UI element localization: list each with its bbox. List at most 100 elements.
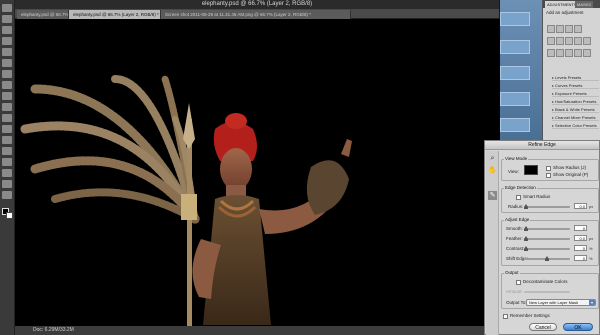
shift-edge-value[interactable]: 0 — [574, 255, 587, 261]
blur-tool-icon[interactable] — [2, 136, 12, 144]
threshold-icon[interactable] — [565, 49, 573, 57]
adjust-edge-group: Adjust Edge Smooth: 0 Feather: 0.0 px Co… — [501, 217, 599, 266]
amount-slider — [524, 291, 570, 293]
ok-button[interactable]: OK — [563, 323, 593, 331]
contrast-unit: % — [589, 246, 593, 251]
quick-selection-tool-icon[interactable] — [2, 37, 12, 45]
adjustments-panel: ADJUSTMENTS MASKS Add an adjustment Leve… — [542, 0, 600, 148]
feather-value[interactable]: 0.0 — [574, 235, 587, 241]
type-tool-icon[interactable] — [2, 169, 12, 177]
desktop-item-icon — [500, 40, 530, 54]
posterize-icon[interactable] — [556, 49, 564, 57]
adjustments-panel-header: ADJUSTMENTS MASKS — [543, 0, 600, 8]
marquee-tool-icon[interactable] — [2, 15, 12, 23]
tab-document-3[interactable]: Screen shot 2011-06-29 at 11.31.46 AM.pn… — [161, 10, 351, 19]
desktop-item-icon — [500, 12, 530, 26]
selective-color-icon[interactable] — [583, 49, 591, 57]
eraser-tool-icon[interactable] — [2, 114, 12, 122]
show-radius-checkbox[interactable] — [546, 166, 551, 171]
output-group: Output Decontaminate Colors Amount: Outp… — [501, 270, 599, 309]
chevron-down-icon: ▾ — [589, 300, 595, 305]
adjust-edge-title: Adjust Edge — [504, 217, 531, 222]
radius-slider[interactable] — [524, 204, 570, 209]
preset-levels[interactable]: Levels Presets — [552, 74, 599, 81]
photo-layer — [20, 75, 352, 326]
feather-label: Feather: — [506, 236, 523, 241]
preset-selective-color[interactable]: Selective Color Presets — [552, 122, 599, 129]
gradient-tool-icon[interactable] — [2, 125, 12, 133]
tab-document-2[interactable]: elephanty.psd @ 66.7% (Layer 2, RGB/8) * — [69, 10, 161, 19]
contrast-value[interactable]: 0 — [574, 245, 587, 251]
tab-masks[interactable]: MASKS — [575, 1, 594, 8]
output-to-label: Output To: — [506, 300, 527, 305]
adjustment-icons-row-1 — [547, 20, 597, 33]
shift-edge-slider[interactable] — [524, 256, 570, 261]
output-to-value: New Layer with Layer Mask — [529, 300, 579, 305]
move-tool-icon[interactable] — [2, 4, 12, 12]
radius-slider-knob[interactable] — [524, 204, 528, 209]
smooth-slider-knob[interactable] — [524, 226, 528, 231]
zoom-icon[interactable]: ⌕ — [488, 154, 497, 163]
show-original-checkbox[interactable] — [546, 173, 551, 178]
remember-settings-checkbox[interactable] — [503, 314, 508, 319]
contrast-slider[interactable] — [524, 246, 570, 251]
smooth-value[interactable]: 0 — [574, 225, 587, 231]
eyedropper-tool-icon[interactable] — [2, 59, 12, 67]
history-brush-tool-icon[interactable] — [2, 103, 12, 111]
contrast-slider-knob[interactable] — [524, 246, 528, 251]
output-to-select[interactable]: New Layer with Layer Mask ▾ — [526, 299, 596, 306]
desktop-item-icon — [500, 92, 530, 106]
decontaminate-colors-checkbox[interactable] — [516, 280, 521, 285]
view-mode-picker[interactable] — [524, 165, 538, 175]
shift-edge-slider-knob[interactable] — [545, 256, 549, 261]
path-selection-tool-icon[interactable] — [2, 180, 12, 188]
photoshop-window: elephanty.psd @ 66.7% (Layer 2, RGB/8) e… — [0, 0, 600, 335]
feathers-illustration — [20, 75, 200, 224]
preset-curves[interactable]: Curves Presets — [552, 82, 599, 89]
preset-hue-saturation[interactable]: Hue/Saturation Presets — [552, 98, 599, 105]
crop-tool-icon[interactable] — [2, 48, 12, 56]
preset-exposure[interactable]: Exposure Presets — [552, 90, 599, 97]
cancel-button[interactable]: Cancel — [529, 323, 557, 331]
background-color-swatch[interactable] — [6, 212, 13, 219]
pen-tool-icon[interactable] — [2, 158, 12, 166]
smooth-slider[interactable] — [524, 226, 570, 231]
healing-brush-tool-icon[interactable] — [2, 70, 12, 78]
smart-radius-label: Smart Radius — [523, 194, 551, 199]
dodge-tool-icon[interactable] — [2, 147, 12, 155]
lasso-tool-icon[interactable] — [2, 26, 12, 34]
document-tabs: elephanty.psd @ 66.7% (Layer 2, RGB/8) *… — [15, 9, 499, 19]
brush-tool-icon[interactable] — [2, 81, 12, 89]
radius-value[interactable]: 0.0 — [574, 203, 587, 209]
dialog-tool-strip: ⌕ ✋ ✎ — [486, 151, 499, 335]
gradient-map-icon[interactable] — [574, 49, 582, 57]
shape-tool-icon[interactable] — [2, 191, 12, 199]
clone-stamp-tool-icon[interactable] — [2, 92, 12, 100]
tab-adjustments[interactable]: ADJUSTMENTS — [545, 1, 579, 8]
edge-detection-title: Edge Detection — [504, 185, 537, 190]
contrast-label: Contrast: — [506, 246, 525, 251]
preset-channel-mixer[interactable]: Channel Mixer Presets — [552, 114, 599, 121]
refine-edge-dialog: Refine Edge ⌕ ✋ ✎ View Mode View: Show R… — [484, 140, 600, 335]
refine-radius-brush-icon[interactable]: ✎ — [488, 191, 497, 200]
adjustments-panel-title: Add an adjustment — [546, 10, 584, 15]
hand-icon[interactable]: ✋ — [488, 166, 497, 175]
view-mode-group: View Mode View: Show Radius (J) Show Ori… — [501, 156, 599, 181]
invert-icon[interactable] — [547, 49, 555, 57]
document-canvas[interactable] — [15, 19, 500, 326]
adjustment-icons-row-3 — [547, 44, 597, 57]
dialog-title: Refine Edge — [485, 141, 599, 150]
status-bar: Doc: 6.29M/33.2M — [15, 326, 500, 335]
remember-settings-label: Remember Settings — [510, 313, 550, 318]
feather-slider-knob[interactable] — [524, 236, 528, 241]
output-title: Output — [504, 270, 520, 275]
decontaminate-colors-label: Decontaminate Colors — [523, 279, 568, 284]
feather-unit: px — [589, 236, 594, 241]
woman-figure-illustration — [192, 113, 352, 325]
shift-edge-unit: % — [589, 256, 593, 261]
smooth-label: Smooth: — [506, 226, 523, 231]
preset-black-white[interactable]: Black & White Presets — [552, 106, 599, 113]
smart-radius-checkbox[interactable] — [516, 195, 521, 200]
tab-document-1[interactable]: elephanty.psd @ 66.7% (Layer 2, RGB/8) * — [17, 10, 69, 19]
feather-slider[interactable] — [524, 236, 570, 241]
